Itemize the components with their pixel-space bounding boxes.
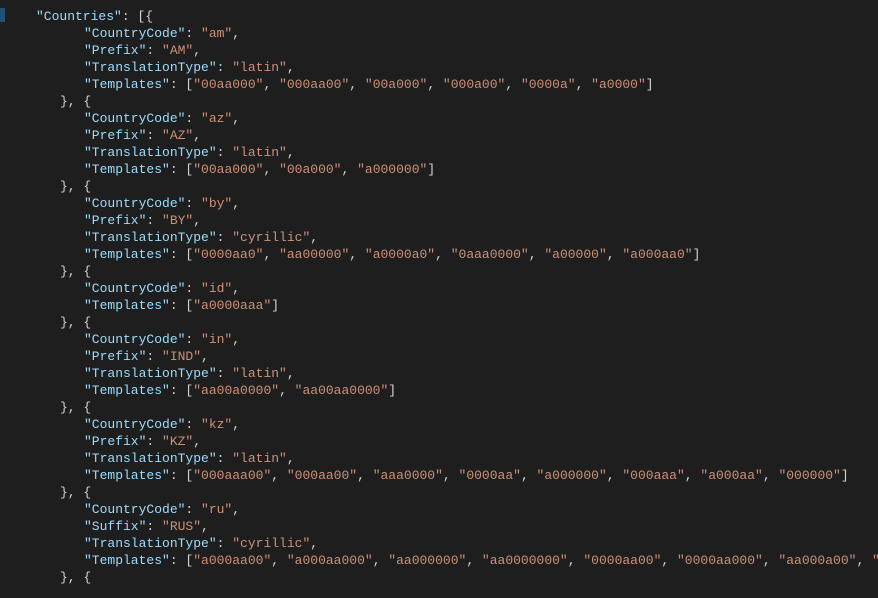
json-field-templates: "Templates": ["0000aa0", "aa00000", "a00… — [6, 246, 878, 263]
json-field-prefix: "Prefix": "AZ", — [6, 127, 878, 144]
json-field-prefix: "Prefix": "IND", — [6, 348, 878, 365]
json-field-prefix: "Prefix": "KZ", — [6, 433, 878, 450]
json-field-templates: "Templates": ["000aaa00", "000aa00", "aa… — [6, 467, 878, 484]
json-field-countrycode: "CountryCode": "az", — [6, 110, 878, 127]
json-object-separator: }, { — [6, 93, 878, 110]
json-field-countrycode: "CountryCode": "kz", — [6, 416, 878, 433]
json-field-templates: "Templates": ["a000aa00", "a000aa000", "… — [6, 552, 878, 569]
json-object-separator: }, { — [6, 399, 878, 416]
json-field-templates: "Templates": ["00aa000", "000aa00", "00a… — [6, 76, 878, 93]
json-field-translationtype: "TranslationType": "latin", — [6, 450, 878, 467]
json-object-separator: }, { — [6, 263, 878, 280]
json-field-translationtype: "TranslationType": "cyrillic", — [6, 229, 878, 246]
json-key-countries: "Countries": [{ — [6, 8, 878, 25]
json-field-templates: "Templates": ["a0000aaa"] — [6, 297, 878, 314]
json-field-translationtype: "TranslationType": "latin", — [6, 144, 878, 161]
json-field-templates: "Templates": ["00aa000", "00a000", "a000… — [6, 161, 878, 178]
json-field-templates: "Templates": ["aa00a0000", "aa00aa0000"] — [6, 382, 878, 399]
json-object-separator: }, { — [6, 178, 878, 195]
json-object-separator: }, { — [6, 314, 878, 331]
json-field-translationtype: "TranslationType": "latin", — [6, 365, 878, 382]
json-object-separator: }, { — [6, 569, 878, 586]
json-field-translationtype: "TranslationType": "cyrillic", — [6, 535, 878, 552]
json-field-countrycode: "CountryCode": "am", — [6, 25, 878, 42]
json-field-countrycode: "CountryCode": "in", — [6, 331, 878, 348]
json-field-countrycode: "CountryCode": "id", — [6, 280, 878, 297]
json-field-translationtype: "TranslationType": "latin", — [6, 59, 878, 76]
json-object-separator: }, { — [6, 484, 878, 501]
json-field-countrycode: "CountryCode": "ru", — [6, 501, 878, 518]
json-field-suffix: "Suffix": "RUS", — [6, 518, 878, 535]
selection-highlight — [0, 8, 5, 22]
json-field-prefix: "Prefix": "BY", — [6, 212, 878, 229]
json-field-countrycode: "CountryCode": "by", — [6, 195, 878, 212]
json-field-prefix: "Prefix": "AM", — [6, 42, 878, 59]
code-editor[interactable]: "Countries": [{"CountryCode": "am","Pref… — [0, 0, 878, 594]
